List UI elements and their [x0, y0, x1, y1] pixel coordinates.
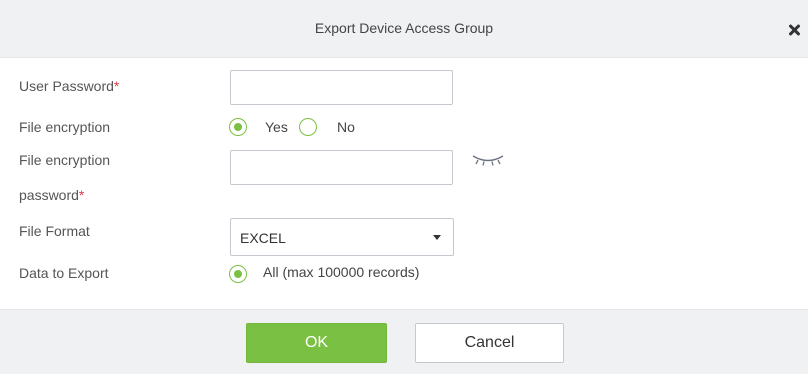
file-format-label: File Format — [19, 223, 90, 239]
user-password-label-text: User Password — [19, 78, 114, 94]
user-password-label: User Password* — [19, 76, 119, 97]
required-mark: * — [78, 187, 85, 203]
file-encryption-password-label-line2: password* — [19, 185, 84, 206]
dialog-footer: OK Cancel — [0, 309, 808, 374]
caret-down-icon — [433, 235, 441, 240]
export-dialog: Export Device Access Group User Password… — [0, 0, 808, 374]
file-encryption-no-label[interactable]: No — [337, 119, 355, 135]
ok-button[interactable]: OK — [246, 323, 387, 363]
cancel-button[interactable]: Cancel — [415, 323, 564, 363]
user-password-input[interactable] — [230, 70, 453, 105]
file-encryption-yes-label[interactable]: Yes — [265, 119, 288, 135]
file-encryption-yes-radio[interactable] — [229, 118, 247, 136]
data-to-export-all-radio[interactable] — [229, 265, 247, 283]
file-format-value: EXCEL — [240, 230, 286, 246]
required-mark: * — [113, 78, 120, 94]
file-encryption-password-label-line1: File encryption — [19, 152, 111, 168]
file-encryption-label: File encryption — [19, 119, 111, 135]
data-to-export-all-label[interactable]: All (max 100000 records) — [263, 264, 419, 280]
eye-closed-icon[interactable] — [470, 151, 506, 167]
close-icon[interactable] — [786, 22, 802, 38]
file-encryption-password-input[interactable] — [230, 150, 453, 185]
data-to-export-label: Data to Export — [19, 265, 109, 281]
file-encryption-password-label-text: password — [19, 187, 79, 203]
file-format-select[interactable]: EXCEL — [230, 218, 454, 256]
dialog-header: Export Device Access Group — [0, 0, 808, 58]
file-encryption-no-radio[interactable] — [299, 118, 317, 136]
dialog-title: Export Device Access Group — [314, 20, 494, 36]
